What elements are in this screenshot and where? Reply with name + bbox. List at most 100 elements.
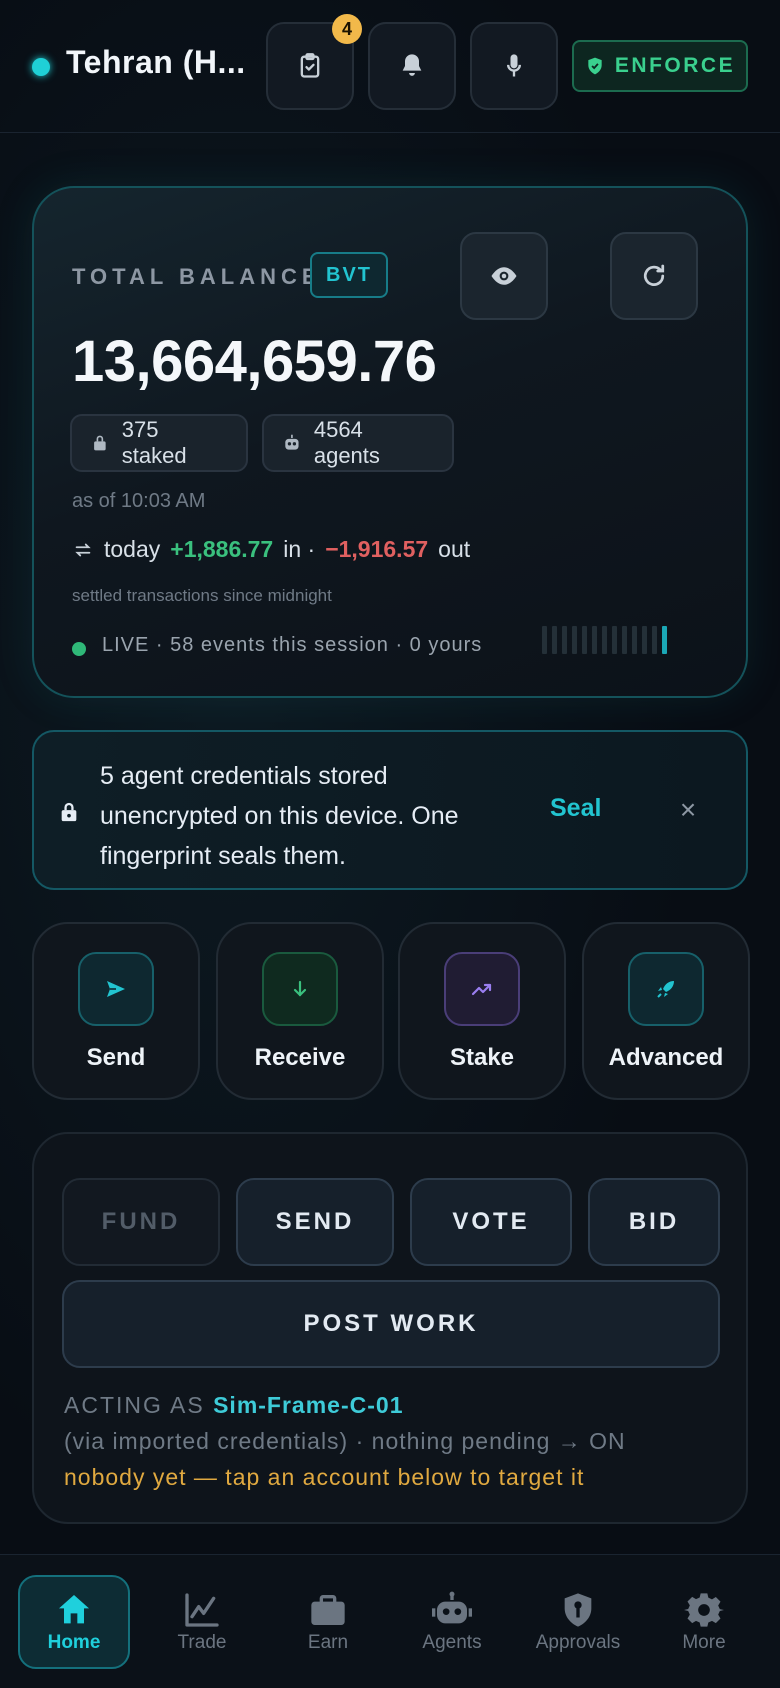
activity-bar (642, 626, 647, 654)
shield-check-icon (588, 57, 602, 75)
fund-button[interactable]: FUND (62, 1178, 220, 1266)
arrow-down-icon (293, 980, 307, 997)
nav-home[interactable]: Home (18, 1575, 130, 1669)
agents-chip[interactable]: 4564 agents (262, 414, 454, 472)
enforce-label: ENFORCE (614, 54, 736, 77)
nav-earn-label: Earn (307, 1632, 349, 1653)
connection-status-dot (32, 58, 50, 76)
bid-button[interactable]: BID (588, 1178, 720, 1266)
activity-bar (552, 626, 557, 654)
activity-bar (622, 626, 627, 654)
credentials-warning-banner: 5 agent credentials stored unencrypted o… (32, 730, 748, 890)
outflow-label: out (438, 536, 471, 562)
refresh-button[interactable] (610, 232, 698, 320)
live-events-text: LIVE · 58 events this session · 0 yours (102, 634, 483, 656)
advanced-action-tile[interactable]: Advanced (582, 922, 750, 1100)
stake-action-tile[interactable]: Stake (398, 922, 566, 1100)
robot-icon (285, 434, 299, 450)
stake-icon-box (444, 952, 520, 1026)
staked-text: 375 staked (121, 417, 187, 468)
advanced-action-label: Advanced (608, 1044, 724, 1071)
post-work-button[interactable]: POST WORK (62, 1280, 720, 1368)
bottom-navigation: Home Trade Earn Agents Approvals More (0, 1554, 780, 1688)
nav-more-label: More (682, 1632, 726, 1653)
advanced-icon-box (628, 952, 704, 1026)
nav-approvals[interactable]: Approvals (522, 1575, 634, 1669)
agent-action-panel: FUND SEND VOTE BID POST WORK ACTING AS S… (32, 1132, 748, 1524)
nav-home-label: Home (47, 1632, 101, 1653)
nav-trade[interactable]: Trade (146, 1575, 258, 1669)
robot-icon (432, 1591, 472, 1624)
shield-key-icon (564, 1593, 592, 1627)
voice-button[interactable] (470, 22, 558, 110)
outflow-amount: −1,916.57 (325, 536, 429, 562)
rocket-icon (657, 981, 674, 998)
activity-bar (652, 626, 657, 654)
inflow-amount: +1,886.77 (170, 536, 274, 562)
settled-note: settled transactions since midnight (72, 586, 332, 605)
nav-approvals-label: Approvals (535, 1632, 621, 1653)
activity-bar (542, 626, 547, 654)
lock-icon (61, 802, 77, 822)
send-panel-button[interactable]: SEND (236, 1178, 394, 1266)
clipboard-check-icon (300, 53, 320, 78)
activity-bar (582, 626, 587, 654)
lock-icon (94, 435, 106, 451)
nav-earn[interactable]: Earn (272, 1575, 384, 1669)
refresh-icon (643, 264, 665, 286)
send-icon (107, 981, 125, 997)
activity-bar (562, 626, 567, 654)
location-title[interactable]: Tehran (H... (66, 44, 246, 81)
agents-text: 4564 agents (313, 417, 380, 468)
nav-agents-label: Agents (422, 1632, 482, 1653)
acting-as-line: ACTING AS Sim-Frame-C-01 (64, 1392, 403, 1419)
credentials-source-line: (via imported credentials) · nothing pen… (64, 1428, 626, 1454)
toggle-visibility-button[interactable] (460, 232, 548, 320)
top-bar: Tehran (H... 4 ENFORCE (0, 0, 780, 133)
nav-agents[interactable]: Agents (396, 1575, 508, 1669)
today-prefix: today (104, 536, 161, 562)
seal-button[interactable]: Seal (550, 794, 601, 823)
microphone-icon (507, 54, 521, 77)
send-icon-box (78, 952, 154, 1026)
close-icon[interactable]: × (670, 794, 706, 826)
tasks-count-badge: 4 (332, 14, 362, 44)
activity-sparkline (542, 626, 667, 654)
acting-as-label: ACTING AS (64, 1392, 205, 1418)
currency-badge[interactable]: BVT (310, 252, 388, 298)
target-hint: nobody yet — tap an account below to tar… (64, 1464, 585, 1490)
activity-bar (592, 626, 597, 654)
banner-message: 5 agent credentials stored unencrypted o… (100, 762, 459, 870)
acting-as-name[interactable]: Sim-Frame-C-01 (213, 1392, 403, 1418)
gear-icon (684, 1593, 724, 1627)
send-action-label: Send (86, 1044, 146, 1071)
as-of-time: as of 10:03 AM (72, 490, 206, 512)
nav-trade-label: Trade (177, 1632, 227, 1653)
briefcase-icon (311, 1595, 345, 1625)
eye-icon (491, 267, 517, 285)
notifications-button[interactable] (368, 22, 456, 110)
live-indicator-dot (72, 642, 86, 656)
stake-action-label: Stake (449, 1044, 515, 1071)
activity-bar (572, 626, 577, 654)
enforce-mode-badge[interactable]: ENFORCE (572, 40, 748, 92)
receive-action-label: Receive (254, 1044, 346, 1071)
send-action-tile[interactable]: Send (32, 922, 200, 1100)
activity-bar (602, 626, 607, 654)
nav-more[interactable]: More (648, 1575, 760, 1669)
chart-line-icon (185, 1593, 219, 1627)
activity-bar (612, 626, 617, 654)
total-balance-label: TOTAL BALANCE (72, 264, 322, 289)
today-flow: today +1,886.77 in · −1,916.57 out (72, 536, 470, 563)
swap-arrows-icon (75, 543, 91, 556)
receive-icon-box (262, 952, 338, 1026)
bell-icon (402, 54, 422, 76)
home-icon (59, 1595, 89, 1624)
balance-amount: 13,664,659.76 (72, 329, 437, 394)
trending-up-icon (471, 983, 492, 996)
balance-card: TOTAL BALANCE BVT 13,664,659.76 375 stak… (32, 186, 748, 698)
receive-action-tile[interactable]: Receive (216, 922, 384, 1100)
activity-bar (662, 626, 667, 654)
vote-button[interactable]: VOTE (410, 1178, 572, 1266)
staked-chip[interactable]: 375 staked (70, 414, 248, 472)
